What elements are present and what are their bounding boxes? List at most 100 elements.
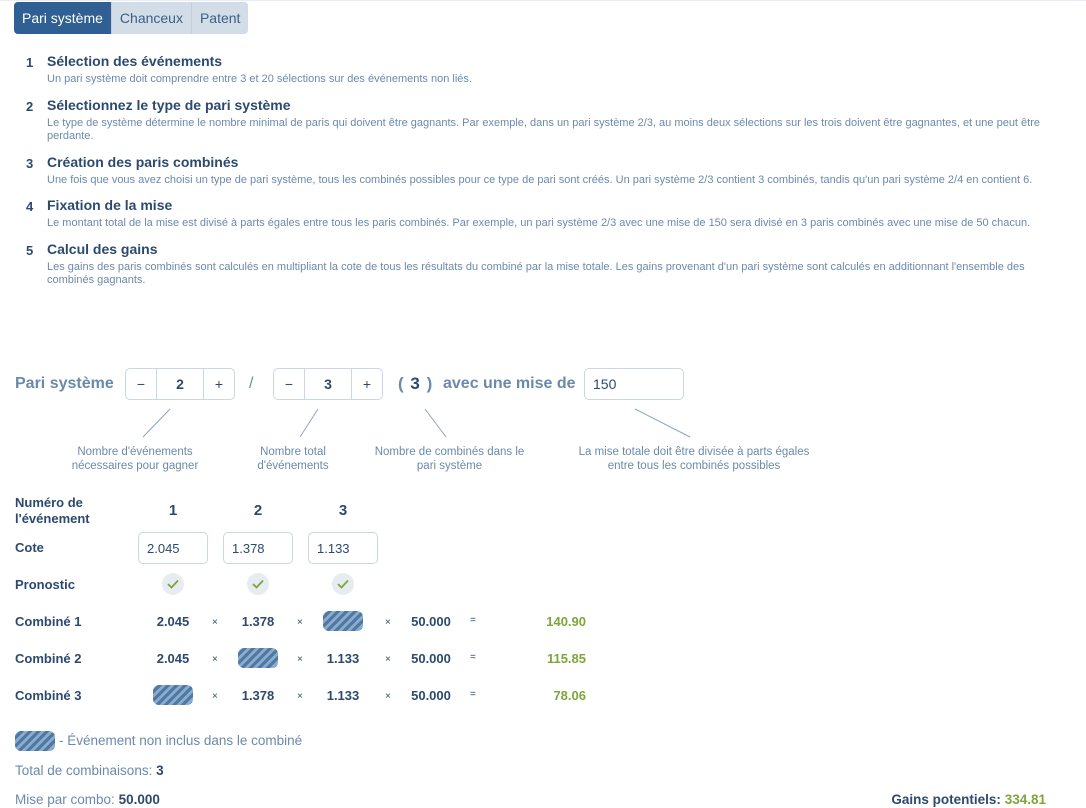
tab-chanceux[interactable]: Chanceux	[111, 2, 192, 34]
odds-input-1[interactable]	[138, 532, 208, 564]
step-number: 5	[26, 242, 34, 258]
step-title: Sélection des événements	[47, 53, 223, 69]
total-combinations-value: 3	[156, 763, 164, 778]
min-wins-decrement-button[interactable]: −	[126, 369, 157, 399]
stake-label: avec une mise de	[443, 375, 576, 392]
stake-input[interactable]	[584, 368, 684, 400]
equals-sign: =	[470, 615, 476, 626]
hint-total-events: Nombre total d'événements	[257, 446, 329, 472]
equals-sign: =	[470, 652, 476, 663]
combo-1-stake: 50.000	[411, 614, 451, 629]
step-item: 1 Sélection des événements Un pari systè…	[26, 53, 1066, 87]
step-number: 2	[26, 98, 34, 114]
step-number: 4	[26, 199, 34, 214]
prediction-check-1[interactable]	[162, 573, 184, 595]
prediction-check-3[interactable]	[332, 573, 354, 595]
potential-gains-label: Gains potentiels:	[891, 792, 1001, 807]
times-sign: ×	[385, 617, 391, 628]
potential-gains: Gains potentiels: 334.81	[891, 792, 1046, 807]
step-title: Calcul des gains	[47, 240, 158, 257]
event-number-label: Numéro de l'événement	[15, 495, 90, 526]
prediction-label: Pronostic	[15, 577, 75, 592]
total-events-decrement-button[interactable]: −	[274, 369, 305, 399]
step-description: Une fois que vous avez choisi un type de…	[47, 173, 1033, 186]
step-number: 3	[26, 155, 34, 171]
guide-line-min-wins	[142, 408, 171, 438]
combo-2-odd-1: 2.045	[156, 651, 190, 666]
odds-label: Cote	[15, 540, 44, 555]
step-item: 5 Calcul des gains Les gains des paris c…	[26, 241, 1066, 288]
step-item: 4 Fixation de la mise Le montant total d…	[26, 197, 1066, 231]
step-title: Création des paris combinés	[47, 153, 239, 170]
total-events-stepper: − 3 +	[273, 368, 383, 400]
system-slash: /	[249, 375, 254, 392]
combo-3-odd-3: 1.133	[326, 688, 360, 703]
combo-3-label: Combiné 3	[15, 688, 82, 703]
excluded-event-marker	[323, 611, 363, 631]
check-icon	[167, 579, 179, 589]
step-description: Les gains des paris combinés sont calcul…	[47, 260, 1025, 287]
combo-2-result: 115.85	[546, 651, 586, 666]
hint-stake: La mise totale doit être divisée à parts…	[578, 446, 810, 472]
tab-pari-systeme[interactable]: Pari système	[14, 2, 112, 34]
times-sign: ×	[385, 691, 391, 702]
combo-3-stake: 50.000	[411, 688, 451, 703]
times-sign: ×	[385, 654, 391, 665]
prediction-check-2[interactable]	[247, 573, 269, 595]
total-events-value[interactable]: 3	[305, 376, 351, 392]
odds-input-3[interactable]	[308, 532, 378, 564]
combos-close-paren: )	[426, 374, 434, 393]
combo-2-label: Combiné 2	[15, 651, 82, 666]
event-number-1: 1	[168, 502, 178, 519]
tab-patent[interactable]: Patent	[191, 2, 249, 34]
combos-count: ( 3 )	[398, 374, 433, 394]
excluded-event-marker	[153, 685, 193, 705]
step-description: Le montant total de la mise est divisé à…	[47, 217, 1031, 229]
check-icon	[337, 579, 349, 589]
combo-2-odd-3: 1.133	[326, 651, 360, 666]
steps-list: 1 Sélection des événements Un pari systè…	[26, 53, 1066, 298]
odds-input-2[interactable]	[223, 532, 293, 564]
event-number-3: 3	[338, 502, 348, 519]
step-title: Sélectionnez le type de pari système	[47, 96, 291, 113]
hint-min-wins: Nombre d'événements nécessaires pour gag…	[71, 446, 199, 472]
step-description: Le type de système détermine le nombre m…	[47, 116, 1040, 143]
min-wins-increment-button[interactable]: +	[203, 369, 234, 399]
system-label: Pari système	[15, 375, 114, 392]
total-combinations: Total de combinaisons: 3	[15, 763, 164, 778]
step-item: 2 Sélectionnez le type de pari système L…	[26, 97, 1066, 144]
times-sign: ×	[297, 691, 303, 702]
total-combinations-label: Total de combinaisons:	[15, 763, 153, 778]
stake-per-combo-value: 50.000	[118, 792, 160, 807]
bet-type-tabs: Pari système Chanceux Patent	[14, 2, 249, 34]
combo-1-label: Combiné 1	[15, 614, 82, 629]
step-title: Fixation de la mise	[47, 197, 173, 213]
guide-line-stake	[634, 408, 691, 438]
stake-per-combo-label: Mise par combo:	[15, 792, 115, 807]
stake-per-combo: Mise par combo: 50.000	[15, 792, 160, 807]
total-events-increment-button[interactable]: +	[351, 369, 382, 399]
potential-gains-value: 334.81	[1004, 792, 1046, 807]
excluded-event-marker	[238, 648, 278, 668]
times-sign: ×	[297, 654, 303, 665]
times-sign: ×	[297, 617, 303, 628]
combo-1-odd-1: 2.045	[156, 614, 190, 629]
combo-1-odd-2: 1.378	[241, 614, 275, 629]
hint-combos: Nombre de combinés dans le pari système	[374, 446, 525, 472]
times-sign: ×	[212, 617, 218, 628]
equals-sign: =	[470, 689, 476, 700]
guide-line-total	[299, 408, 319, 438]
combos-open-paren: (	[398, 374, 405, 393]
times-sign: ×	[212, 654, 218, 665]
combo-3-result: 78.06	[553, 688, 586, 703]
combos-count-value: 3	[410, 374, 421, 393]
step-item: 3 Création des paris combinés Une fois q…	[26, 154, 1066, 188]
step-description: Un pari système doit comprendre entre 3 …	[47, 73, 472, 85]
min-wins-stepper: − 2 +	[125, 368, 235, 400]
times-sign: ×	[212, 691, 218, 702]
legend-text: - Événement non inclus dans le combiné	[59, 733, 303, 748]
min-wins-value[interactable]: 2	[157, 376, 203, 392]
combo-2-stake: 50.000	[411, 651, 451, 666]
combo-1-result: 140.90	[546, 614, 586, 629]
legend-hatch-swatch	[15, 731, 55, 751]
